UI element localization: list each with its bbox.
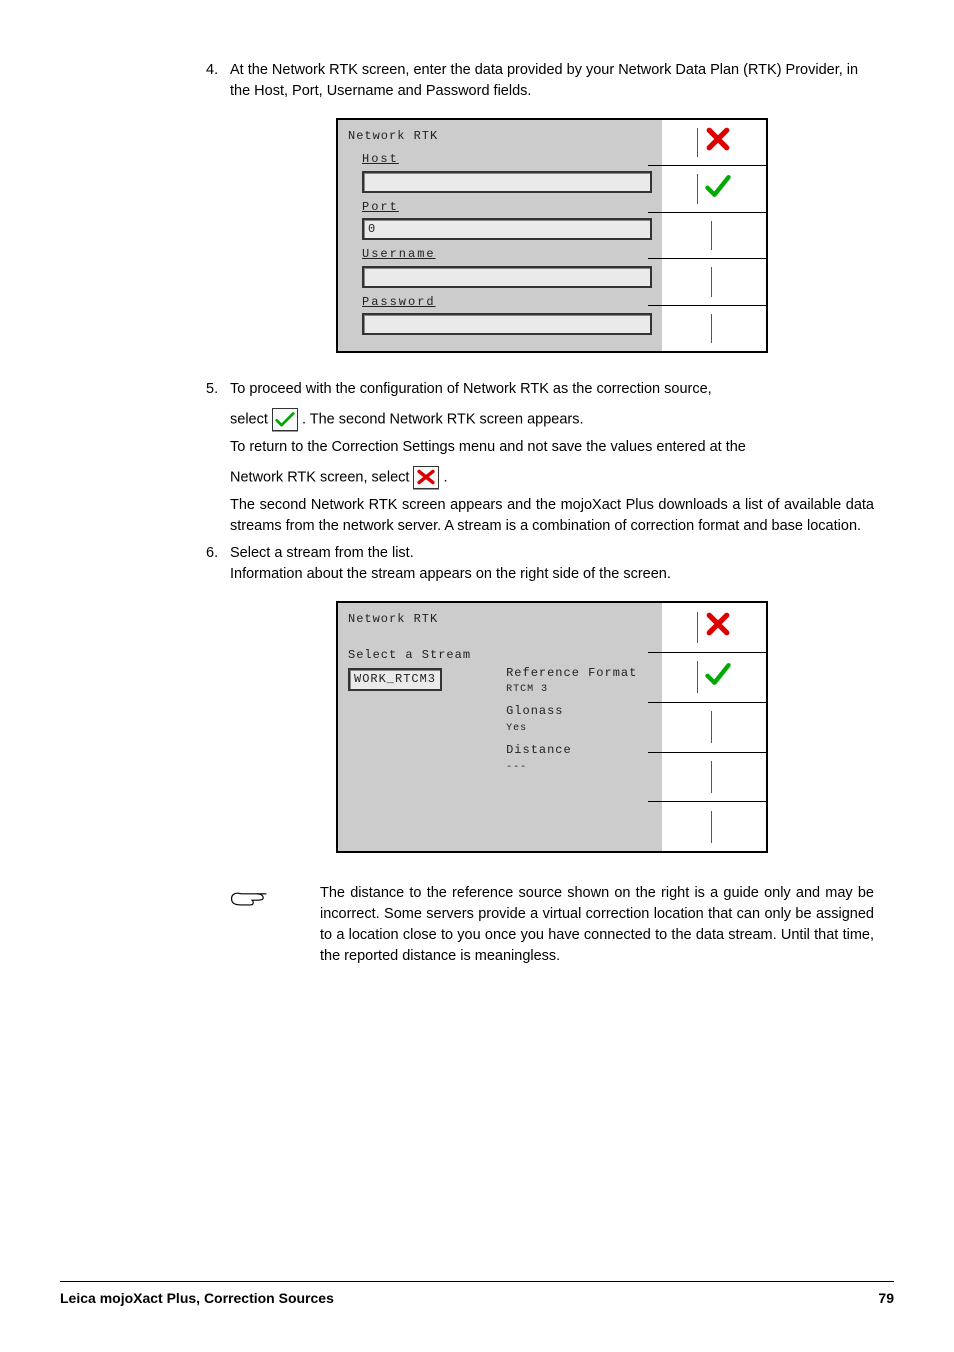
softkey-4: [662, 259, 766, 305]
step-5-line2b: . The second Network RTK screen appears.: [302, 411, 584, 427]
step-4-text: At the Network RTK screen, enter the dat…: [230, 62, 858, 99]
screenshot-network-rtk-stream: Network RTK Select a Stream WORK_RTCM3 R…: [230, 601, 874, 853]
step-5-line4a: Network RTK screen, select: [230, 469, 413, 485]
step-5-line2a: select: [230, 411, 272, 427]
step-5-number: 5.: [206, 379, 218, 400]
inline-cancel-icon: [413, 466, 439, 489]
username-label: Username: [362, 246, 652, 263]
page-footer: Leica mojoXact Plus, Correction Sources …: [60, 1281, 894, 1306]
port-input[interactable]: 0: [362, 218, 652, 240]
screen2-title: Network RTK: [348, 611, 652, 628]
step-6: 6. Select a stream from the list. Inform…: [230, 543, 874, 585]
softkey-5b: [662, 802, 766, 851]
confirm-softkey-2[interactable]: [662, 653, 766, 703]
softkey-3: [662, 213, 766, 259]
softkey-5: [662, 306, 766, 351]
host-label: Host: [362, 151, 652, 168]
port-label: Port: [362, 199, 652, 216]
softkey-3b: [662, 703, 766, 753]
username-input[interactable]: [362, 266, 652, 288]
note-text: The distance to the reference source sho…: [320, 883, 874, 967]
glonass-label: Glonass: [506, 703, 652, 720]
cancel-icon: [704, 610, 732, 645]
password-input[interactable]: [362, 313, 652, 335]
stream-select[interactable]: WORK_RTCM3: [348, 668, 442, 691]
step-6-line2: Information about the stream appears on …: [230, 564, 874, 585]
hand-point-icon: [230, 883, 320, 967]
softkey-4b: [662, 753, 766, 803]
ref-format-label: Reference Format: [506, 665, 652, 682]
footer-page-number: 79: [878, 1290, 894, 1306]
confirm-icon: [704, 172, 732, 207]
step-6-number: 6.: [206, 543, 218, 564]
cancel-softkey[interactable]: [662, 120, 766, 166]
step-5: 5. To proceed with the configuration of …: [230, 379, 874, 537]
select-stream-label: Select a Stream: [348, 647, 494, 664]
confirm-softkey[interactable]: [662, 166, 766, 212]
step-5-line4b: .: [444, 469, 448, 485]
step-5-line1: To proceed with the configuration of Net…: [230, 379, 874, 400]
step-5-line5: The second Network RTK screen appears an…: [230, 495, 874, 537]
screen1-title: Network RTK: [348, 128, 652, 145]
step-5-line3: To return to the Correction Settings men…: [230, 437, 874, 458]
cancel-softkey-2[interactable]: [662, 603, 766, 653]
ref-format-value: RTCM 3: [506, 683, 652, 698]
note-block: The distance to the reference source sho…: [60, 883, 894, 967]
glonass-value: Yes: [506, 722, 652, 737]
host-input[interactable]: [362, 171, 652, 193]
screenshot-network-rtk-fields: Network RTK Host Port 0 Username Passwor…: [230, 118, 874, 353]
step-6-line1: Select a stream from the list.: [230, 543, 874, 564]
footer-title: Leica mojoXact Plus, Correction Sources: [60, 1290, 334, 1306]
step-4-number: 4.: [206, 60, 218, 81]
distance-value: ---: [506, 761, 652, 776]
confirm-icon: [704, 660, 732, 695]
distance-label: Distance: [506, 742, 652, 759]
inline-check-icon: [272, 408, 298, 431]
cancel-icon: [704, 125, 732, 160]
password-label: Password: [362, 294, 652, 311]
step-4: 4. At the Network RTK screen, enter the …: [230, 60, 874, 102]
